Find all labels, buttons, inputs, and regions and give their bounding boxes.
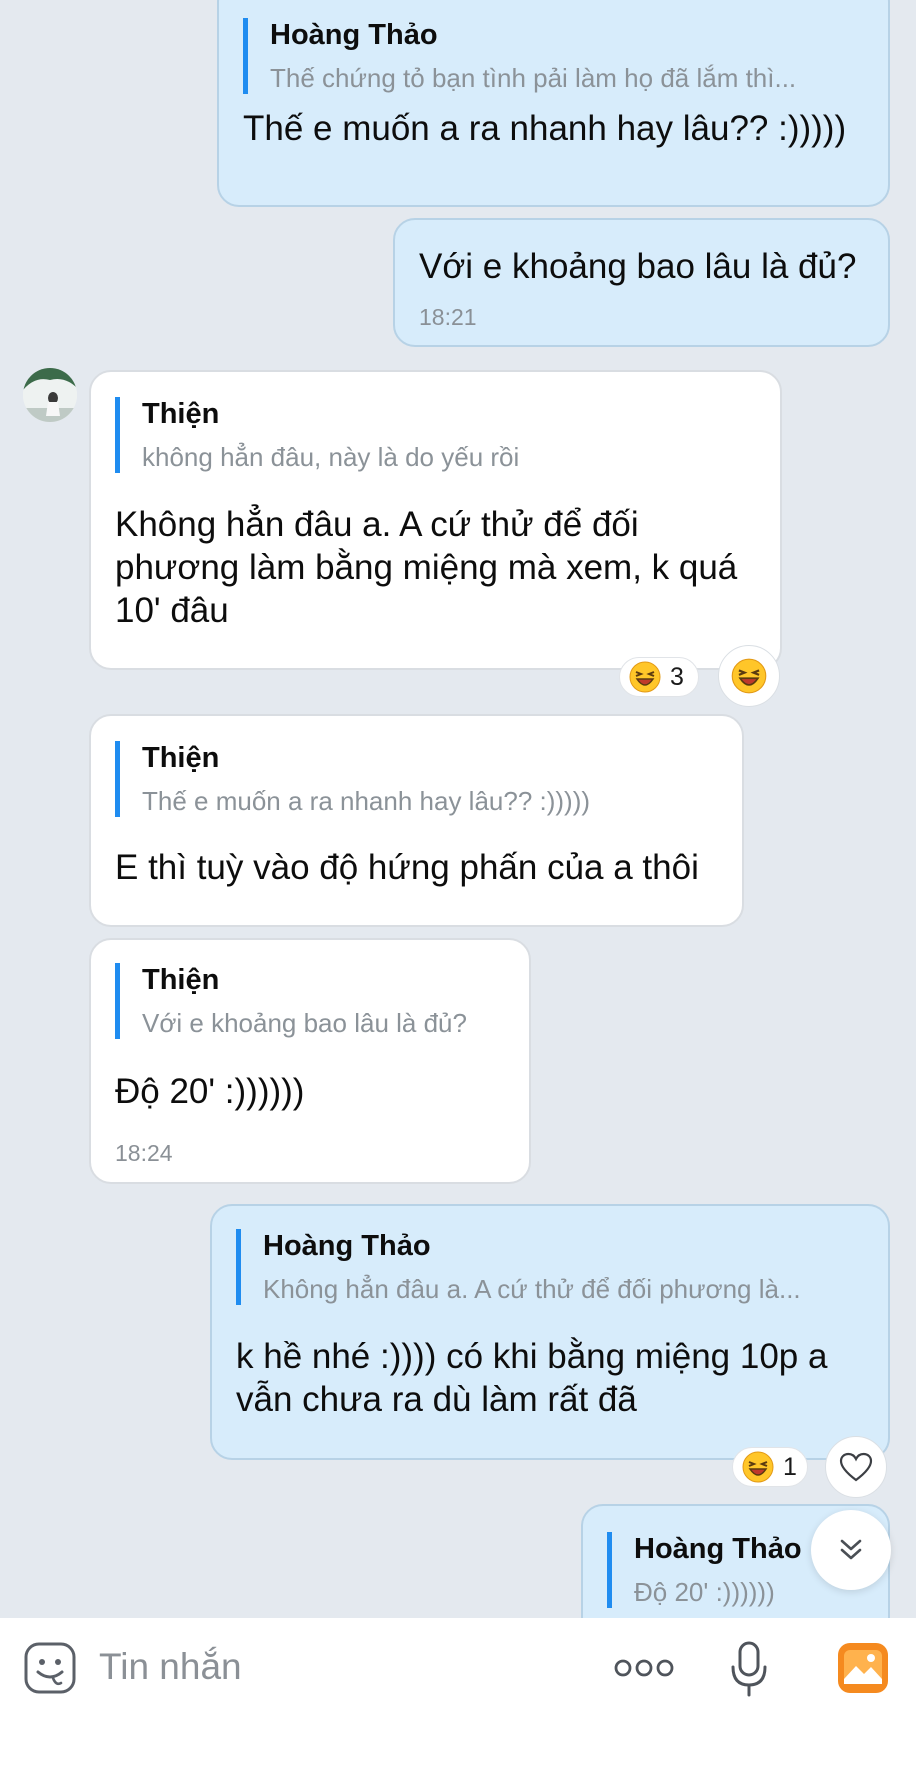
message-bubble-outgoing[interactable]: Với e khoảng bao lâu là đủ? 18:21 — [393, 218, 890, 347]
message-time: 18:21 — [419, 304, 477, 330]
reaction-count: 3 — [670, 662, 684, 691]
sticker-button[interactable] — [23, 1641, 77, 1695]
reply-quote[interactable]: Hoàng Thảo Không hẳn đâu a. A cứ thử để … — [236, 1229, 866, 1305]
message-bubble-incoming[interactable]: Thiện không hẳn đâu, này là do yếu rồi K… — [89, 370, 782, 670]
avatar-photo — [23, 368, 77, 422]
voice-message-button[interactable] — [728, 1640, 770, 1698]
react-heart-button[interactable] — [825, 1436, 887, 1498]
laughing-emoji-icon — [731, 658, 767, 694]
heart-icon — [839, 1452, 873, 1482]
sticker-icon — [24, 1642, 76, 1694]
message-text: Không hẳn đâu a. A cứ thử để đối phương … — [115, 505, 738, 630]
quote-text: Thế chứng tỏ bạn tình pải làm họ đã lắm … — [270, 63, 797, 93]
quote-sender-name: Thiện — [142, 964, 220, 996]
reaction-summary[interactable]: 3 — [619, 657, 699, 697]
scroll-to-bottom-button[interactable] — [811, 1510, 891, 1590]
quote-text: không hẳn đâu, này là do yếu rồi — [142, 442, 520, 472]
contact-avatar[interactable] — [23, 368, 77, 422]
chevron-double-down-icon — [840, 1539, 862, 1560]
message-bubble-incoming[interactable]: Thiện Với e khoảng bao lâu là đủ? Độ 20'… — [89, 938, 531, 1184]
message-text: k hề nhé :)))) có khi bằng miệng 10p a v… — [236, 1337, 828, 1419]
chat-scroll-area[interactable]: Hoàng Thảo Thế chứng tỏ bạn tình pải làm… — [0, 0, 916, 1618]
message-bubble-incoming[interactable]: Thiện Thế e muốn a ra nhanh hay lâu?? :)… — [89, 714, 744, 927]
laughing-emoji-icon — [742, 1451, 774, 1483]
add-reaction-button[interactable] — [718, 645, 780, 707]
reaction-count: 1 — [783, 1452, 797, 1481]
gallery-button[interactable] — [836, 1641, 890, 1695]
message-time: 18:24 — [115, 1140, 173, 1166]
message-input-bar — [0, 1618, 916, 1790]
quote-sender-name: Hoàng Thảo — [270, 19, 438, 51]
message-text: E thì tuỳ vào độ hứng phấn của a thôi — [115, 848, 699, 887]
reply-quote[interactable]: Hoàng Thảo Thế chứng tỏ bạn tình pải làm… — [243, 18, 863, 94]
quote-sender-name: Thiện — [142, 742, 220, 774]
message-bubble-outgoing[interactable]: Hoàng Thảo Không hẳn đâu a. A cứ thử để … — [210, 1204, 890, 1460]
quote-text: Với e khoảng bao lâu là đủ? — [142, 1008, 467, 1038]
more-options-button[interactable] — [613, 1650, 675, 1686]
message-bubble-outgoing[interactable]: Hoàng Thảo Thế chứng tỏ bạn tình pải làm… — [217, 0, 890, 207]
quote-text: Không hẳn đâu a. A cứ thử để đối phương … — [263, 1274, 801, 1304]
reply-quote[interactable]: Thiện không hẳn đâu, này là do yếu rồi — [115, 397, 755, 473]
microphone-icon — [731, 1641, 767, 1697]
message-input[interactable]: Tin nhắn — [99, 1646, 242, 1688]
message-text: Với e khoảng bao lâu là đủ? — [419, 247, 857, 286]
message-text: Thế e muốn a ra nhanh hay lâu?? :))))) — [243, 109, 847, 148]
reply-quote[interactable]: Thiện Với e khoảng bao lâu là đủ? — [115, 963, 505, 1039]
reply-quote[interactable]: Thiện Thế e muốn a ra nhanh hay lâu?? :)… — [115, 741, 715, 817]
quote-sender-name: Hoàng Thảo — [263, 1230, 431, 1262]
quote-text: Thế e muốn a ra nhanh hay lâu?? :))))) — [142, 786, 591, 816]
more-dots-icon — [614, 1659, 674, 1677]
quote-sender-name: Thiện — [142, 398, 220, 430]
laughing-emoji-icon — [629, 661, 661, 693]
reaction-summary[interactable]: 1 — [732, 1447, 808, 1487]
message-text: Độ 20' :)))))) — [115, 1072, 305, 1111]
gallery-icon — [838, 1643, 888, 1693]
